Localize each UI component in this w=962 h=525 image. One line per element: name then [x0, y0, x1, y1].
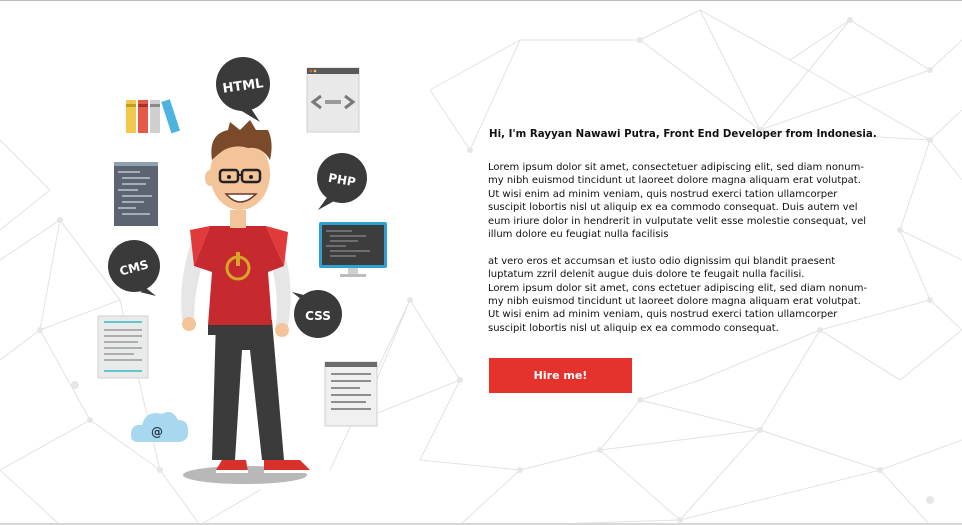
php-bubble-icon: PHP — [317, 153, 367, 210]
intro-paragraph-2: at vero eros et accumsan et iusto odio d… — [488, 255, 868, 334]
article-document-icon — [324, 361, 378, 427]
cloud-email-icon: @ — [130, 412, 189, 442]
html-bubble-icon: HTML — [216, 57, 270, 122]
cms-bubble-icon: CMS — [108, 240, 160, 296]
intro-headline: Hi, I'm Rayyan Nawawi Putra, Front End D… — [489, 129, 877, 140]
code-window-icon — [306, 67, 360, 133]
intro-paragraph-1: Lorem ipsum dolor sit amet, consectetuer… — [488, 162, 867, 241]
css-bubble-icon: CSS — [292, 290, 342, 338]
books-icon — [126, 99, 181, 134]
email-symbol-label: @ — [151, 425, 163, 439]
developer-illustration: HTML PHP CMS CSS @ — [97, 57, 387, 484]
hire-me-button[interactable]: Hire me! — [489, 358, 632, 393]
css-label: CSS — [305, 309, 331, 323]
intro-section: Hi, I'm Rayyan Nawawi Putra, Front End D… — [488, 129, 898, 349]
monitor-icon — [319, 222, 387, 277]
code-document-icon — [114, 162, 158, 226]
developer-character — [181, 120, 312, 484]
text-document-icon — [97, 315, 149, 379]
